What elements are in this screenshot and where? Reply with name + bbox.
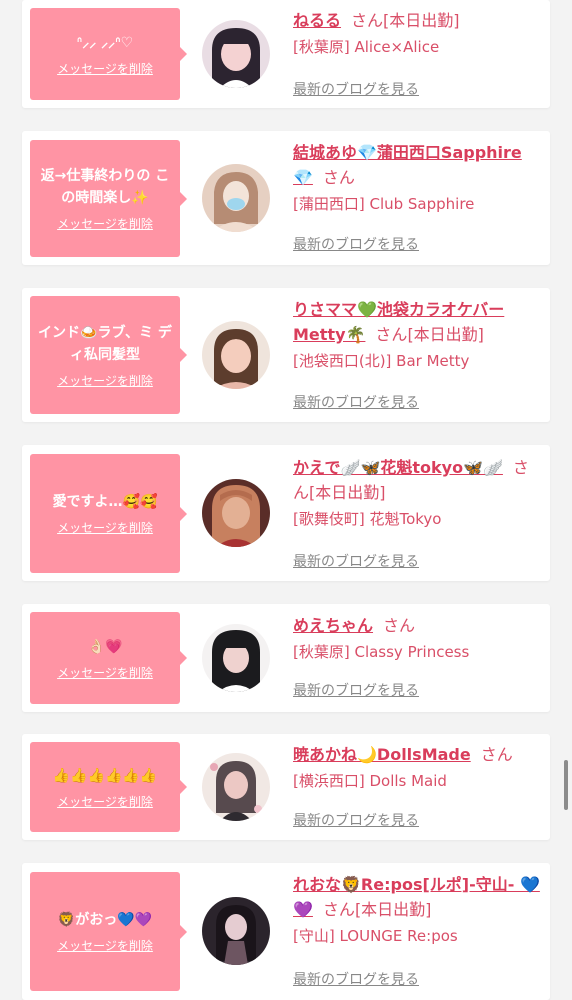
host-info: りさママ💚池袋カラオケバー Metty🌴 さん[本日出勤] [池袋西口(北)] B… — [293, 297, 543, 372]
delete-message-link[interactable]: メッセージを削除 — [57, 664, 153, 681]
shop-name: [横浜西口] Dolls Maid — [293, 772, 447, 790]
avatar[interactable] — [202, 897, 270, 965]
delete-message-link[interactable]: メッセージを削除 — [57, 372, 153, 389]
message-card: 愛ですよ…🥰🥰 メッセージを削除 かえで🪽🦋花魁tokyo🦋🪽 さん[本日出勤] … — [22, 445, 550, 581]
host-info: めえちゃん さん [秋葉原] Classy Princess — [293, 613, 543, 663]
shop-name: [歌舞伎町] 花魁Tokyo — [293, 510, 442, 528]
message-list: ᐢ⸝⸝ ⸝⸝ᐢ♡ メッセージを削除 ねるる さん[本日出勤] [秋葉原] Alic… — [0, 0, 572, 1000]
message-bubble: ᐢ⸝⸝ ⸝⸝ᐢ♡ メッセージを削除 — [30, 8, 187, 100]
message-text: 愛ですよ…🥰🥰 — [52, 494, 158, 510]
delete-message-link[interactable]: メッセージを削除 — [57, 60, 153, 77]
message-bubble: 👌🏻💗 メッセージを削除 — [30, 612, 187, 704]
status-badge: [本日出勤] — [407, 325, 484, 344]
host-info: かえで🪽🦋花魁tokyo🦋🪽 さん[本日出勤] [歌舞伎町] 花魁Tokyo — [293, 455, 543, 530]
delete-message-link[interactable]: メッセージを削除 — [57, 215, 153, 232]
latest-blog-link[interactable]: 最新のブログを見る — [293, 680, 419, 700]
host-info: 結城あゆ💎蒲田西口Sapphire 💎 さん [蒲田西口] Club Sapphi… — [293, 140, 543, 215]
host-info: れおな🦁Re:pos[ルポ]-守山- 💙💜 さん[本日出勤] [守山] LOUNG… — [293, 872, 543, 947]
message-bubble: 🦁がおっ💙💜 メッセージを削除 — [30, 872, 187, 991]
host-info: ねるる さん[本日出勤] [秋葉原] Alice×Alice — [293, 8, 543, 58]
name-line: 暁あかね🌙DollsMade さん — [293, 742, 543, 767]
message-card: インド🍛ラブ、ミ ディ私同髪型 メッセージを削除 りさママ💚池袋カラオケバー M… — [22, 288, 550, 422]
avatar[interactable] — [202, 753, 270, 821]
shop-name: [池袋西口(北)] Bar Metty — [293, 352, 470, 370]
avatar[interactable] — [202, 479, 270, 547]
name-line: かえで🪽🦋花魁tokyo🦋🪽 さん[本日出勤] — [293, 455, 543, 505]
message-card: ᐢ⸝⸝ ⸝⸝ᐢ♡ メッセージを削除 ねるる さん[本日出勤] [秋葉原] Alic… — [22, 0, 550, 108]
scrollbar[interactable] — [564, 760, 568, 810]
host-name-link[interactable]: めえちゃん — [293, 616, 373, 635]
latest-blog-link[interactable]: 最新のブログを見る — [293, 551, 419, 571]
name-line: ねるる さん[本日出勤] — [293, 8, 543, 33]
name-line: りさママ💚池袋カラオケバー Metty🌴 さん[本日出勤] — [293, 297, 543, 347]
honorific: さん — [351, 11, 384, 30]
delete-message-link[interactable]: メッセージを削除 — [57, 937, 153, 954]
host-name-link[interactable]: ねるる — [293, 11, 341, 30]
name-line: 結城あゆ💎蒲田西口Sapphire 💎 さん — [293, 140, 543, 190]
avatar[interactable] — [202, 20, 270, 88]
message-text: 👍👍👍👍👍👍 — [52, 767, 158, 784]
shop-name: [秋葉原] Alice×Alice — [293, 38, 440, 56]
host-info: 暁あかね🌙DollsMade さん [横浜西口] Dolls Maid — [293, 742, 543, 792]
delete-message-link[interactable]: メッセージを削除 — [57, 519, 153, 536]
message-card: 👍👍👍👍👍👍 メッセージを削除 暁あかね🌙DollsMade さん [横浜西口] … — [22, 734, 550, 840]
message-bubble: インド🍛ラブ、ミ ディ私同髪型 メッセージを削除 — [30, 296, 187, 414]
honorific: さん — [480, 745, 513, 764]
latest-blog-link[interactable]: 最新のブログを見る — [293, 79, 419, 99]
latest-blog-link[interactable]: 最新のブログを見る — [293, 969, 419, 989]
honorific: さん — [322, 168, 355, 187]
honorific: さん — [322, 900, 355, 919]
latest-blog-link[interactable]: 最新のブログを見る — [293, 234, 419, 254]
host-name-link[interactable]: 暁あかね🌙DollsMade — [293, 745, 471, 764]
status-badge: [本日出勤] — [383, 11, 460, 30]
message-card: 返→仕事終わりの この時間楽し✨ メッセージを削除 結城あゆ💎蒲田西口Sapph… — [22, 131, 550, 265]
latest-blog-link[interactable]: 最新のブログを見る — [293, 392, 419, 412]
avatar[interactable] — [202, 624, 270, 692]
host-name-link[interactable]: かえで🪽🦋花魁tokyo🦋🪽 — [293, 458, 503, 477]
name-line: れおな🦁Re:pos[ルポ]-守山- 💙💜 さん[本日出勤] — [293, 872, 543, 922]
message-bubble: 👍👍👍👍👍👍 メッセージを削除 — [30, 742, 187, 832]
message-text: ᐢ⸝⸝ ⸝⸝ᐢ♡ — [76, 34, 134, 51]
avatar[interactable] — [202, 321, 270, 389]
message-bubble: 愛ですよ…🥰🥰 メッセージを削除 — [30, 454, 187, 573]
shop-name: [守山] LOUNGE Re:pos — [293, 927, 458, 945]
status-badge: [本日出勤] — [354, 900, 432, 919]
avatar[interactable] — [202, 164, 270, 232]
status-badge: [本日出勤] — [309, 483, 386, 502]
message-card: 👌🏻💗 メッセージを削除 めえちゃん さん [秋葉原] Classy Prince… — [22, 604, 550, 712]
latest-blog-link[interactable]: 最新のブログを見る — [293, 810, 419, 830]
message-text: 🦁がおっ💙💜 — [57, 912, 153, 928]
honorific: さん — [375, 325, 408, 344]
name-line: めえちゃん さん — [293, 613, 543, 638]
delete-message-link[interactable]: メッセージを削除 — [57, 793, 153, 810]
message-text: インド🍛ラブ、ミ ディ私同髪型 — [38, 324, 172, 363]
shop-name: [蒲田西口] Club Sapphire — [293, 195, 475, 213]
honorific: さん — [383, 616, 416, 635]
message-bubble: 返→仕事終わりの この時間楽し✨ メッセージを削除 — [30, 140, 187, 257]
message-text: 👌🏻💗 — [87, 638, 123, 655]
message-card: 🦁がおっ💙💜 メッセージを削除 れおな🦁Re:pos[ルポ]-守山- 💙💜 さん[… — [22, 863, 550, 1000]
shop-name: [秋葉原] Classy Princess — [293, 643, 470, 661]
message-text: 返→仕事終わりの この時間楽し✨ — [40, 168, 170, 206]
